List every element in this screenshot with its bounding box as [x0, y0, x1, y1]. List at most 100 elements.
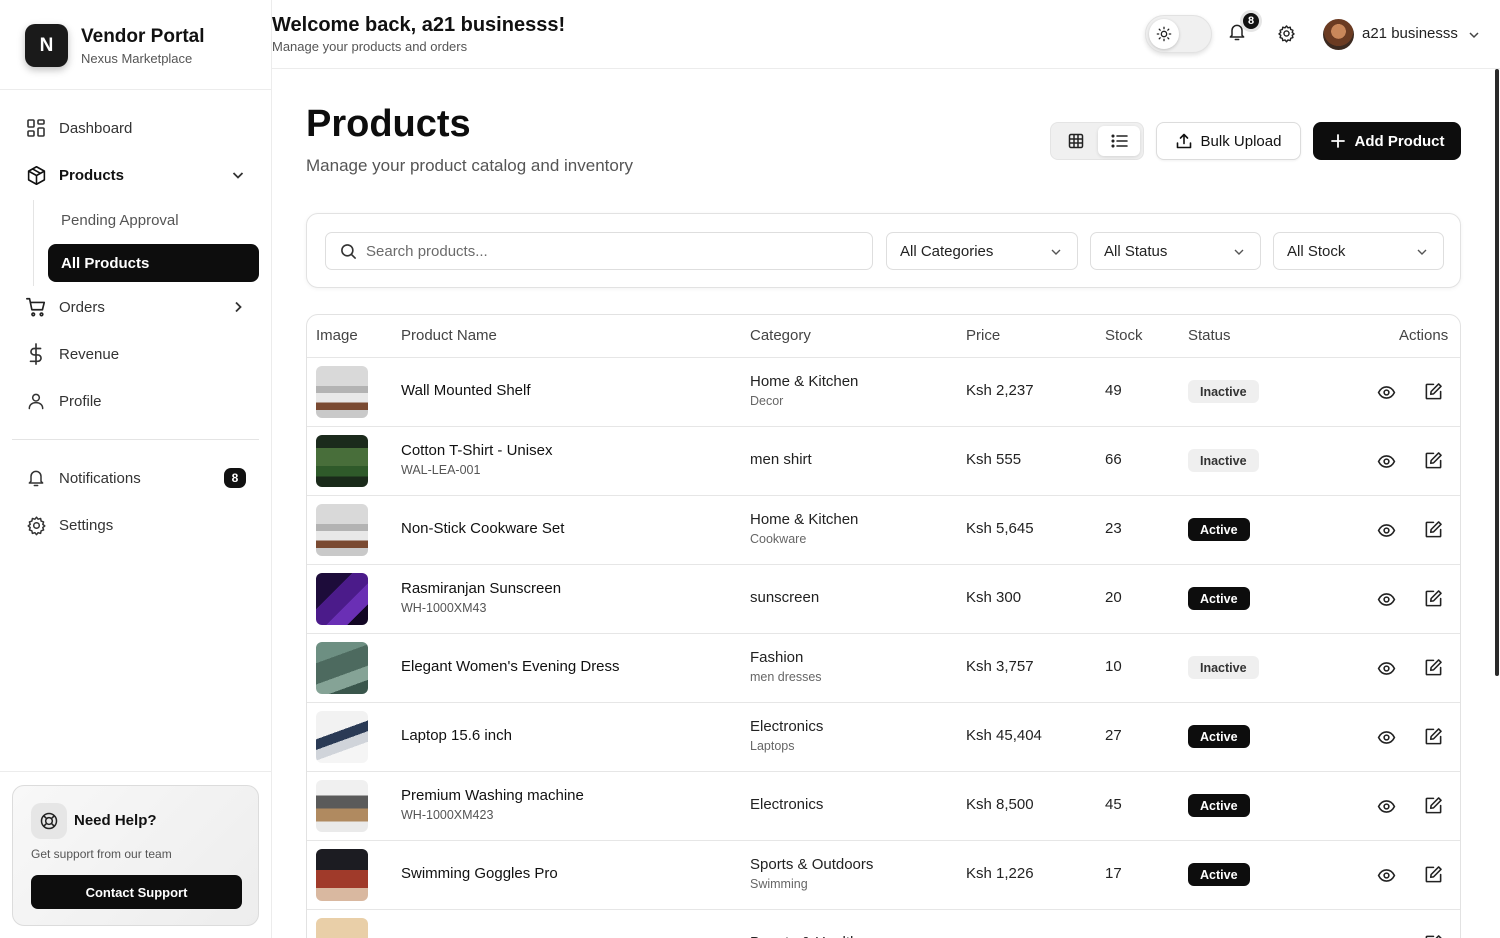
status-badge: Active — [1188, 794, 1250, 817]
product-subcategory: Laptops — [750, 739, 795, 753]
eye-icon[interactable] — [1377, 383, 1396, 402]
grid-icon — [1068, 133, 1084, 149]
page-title: Products — [306, 103, 471, 145]
product-category: Fashion — [750, 649, 804, 666]
avatar[interactable] — [1323, 19, 1354, 50]
status-badge: Inactive — [1188, 380, 1259, 403]
sidebar-item-label: Revenue — [59, 345, 120, 363]
sidebar-item-products[interactable]: Products — [24, 156, 258, 194]
product-image[interactable] — [316, 711, 368, 763]
table-row[interactable]: Elegant Women's Evening Dress Fashion men … — [307, 634, 1460, 703]
table-row[interactable]: Beauty & Health — [307, 910, 1460, 938]
bell-icon — [24, 466, 48, 490]
edit-icon[interactable] — [1424, 796, 1443, 815]
product-image[interactable] — [316, 573, 368, 625]
sidebar-subitem-pending-approval[interactable]: Pending Approval — [48, 201, 259, 239]
settings-button[interactable] — [1277, 24, 1299, 46]
product-image[interactable] — [316, 849, 368, 901]
product-category: Home & Kitchen — [750, 511, 859, 528]
sidebar-subitem-all-products[interactable]: All Products — [48, 244, 259, 282]
table-row[interactable]: Laptop 15.6 inch Electronics Laptops Ksh 45… — [307, 703, 1460, 772]
scrollbar-thumb[interactable] — [1495, 69, 1499, 676]
product-image[interactable] — [316, 780, 368, 832]
chevron-down-icon — [1417, 249, 1427, 255]
eye-icon[interactable] — [1377, 659, 1396, 678]
sidebar-item-settings[interactable]: Settings — [24, 506, 258, 544]
eye-icon[interactable] — [1377, 728, 1396, 747]
eye-icon[interactable] — [1377, 452, 1396, 471]
edit-icon[interactable] — [1424, 382, 1443, 401]
table-row[interactable]: Premium Washing machine WH-1000XM423 Elect… — [307, 772, 1460, 841]
product-name[interactable]: Non-Stick Cookware Set — [401, 520, 564, 537]
sidebar-item-dashboard[interactable]: Dashboard — [24, 109, 258, 147]
table-row[interactable]: Non-Stick Cookware Set Home & Kitchen Cook… — [307, 496, 1460, 565]
submenu-line — [33, 200, 34, 286]
category-select[interactable]: All Categories — [886, 232, 1078, 270]
column-header-stock: Stock — [1105, 327, 1143, 344]
eye-icon[interactable] — [1377, 866, 1396, 885]
eye-icon[interactable] — [1377, 797, 1396, 816]
edit-icon[interactable] — [1424, 934, 1443, 938]
status-badge: Active — [1188, 725, 1250, 748]
sidebar-item-label: Notifications — [59, 469, 141, 487]
edit-icon[interactable] — [1424, 520, 1443, 539]
product-name[interactable]: Rasmiranjan Sunscreen — [401, 580, 561, 597]
status-badge: Active — [1188, 587, 1250, 610]
product-image[interactable] — [316, 435, 368, 487]
table-row[interactable]: Swimming Goggles Pro Sports & Outdoors Swi… — [307, 841, 1460, 910]
status-select[interactable]: All Status — [1090, 232, 1261, 270]
product-name[interactable]: Elegant Women's Evening Dress — [401, 658, 620, 675]
sidebar-item-label: Settings — [59, 516, 114, 534]
upload-icon — [1176, 133, 1191, 149]
sidebar-item-orders[interactable]: Orders — [24, 288, 258, 326]
sidebar-item-label: Dashboard — [59, 119, 133, 137]
edit-icon[interactable] — [1424, 865, 1443, 884]
edit-icon[interactable] — [1424, 658, 1443, 677]
sidebar-item-profile[interactable]: Profile — [24, 382, 258, 420]
bulk-upload-button[interactable]: Bulk Upload — [1156, 122, 1301, 160]
product-image[interactable] — [316, 366, 368, 418]
stock-select[interactable]: All Stock — [1273, 232, 1444, 270]
product-name[interactable]: Cotton T-Shirt - Unisex — [401, 442, 552, 459]
product-name[interactable]: Wall Mounted Shelf — [401, 382, 531, 399]
grid-view-button[interactable] — [1055, 126, 1097, 156]
contact-support-button[interactable]: Contact Support — [31, 875, 242, 909]
table-row[interactable]: Rasmiranjan Sunscreen WH-1000XM43 sunscree… — [307, 565, 1460, 634]
sidebar-item-revenue[interactable]: Revenue — [24, 335, 258, 373]
product-price: Ksh 300 — [966, 589, 1022, 606]
list-icon — [1110, 134, 1128, 148]
edit-icon[interactable] — [1424, 451, 1443, 470]
product-image[interactable] — [316, 642, 368, 694]
sidebar-item-notifications[interactable]: Notifications 8 — [24, 459, 258, 497]
eye-icon[interactable] — [1377, 521, 1396, 540]
help-subtitle: Get support from our team — [31, 847, 172, 861]
product-name[interactable]: Laptop 15.6 inch — [401, 727, 512, 744]
brand[interactable]: N Vendor Portal Nexus Marketplace — [25, 24, 205, 67]
product-price: Ksh 45,404 — [966, 727, 1042, 744]
chevron-down-icon[interactable] — [1468, 29, 1480, 41]
welcome-title: Welcome back, a21 businesss! — [272, 14, 566, 36]
list-view-button[interactable] — [1098, 126, 1140, 156]
column-header-actions: Actions — [1399, 327, 1449, 344]
product-sku: WAL-LEA-001 — [401, 463, 481, 477]
status-select-value: All Status — [1104, 242, 1168, 260]
add-product-button[interactable]: Add Product — [1313, 122, 1461, 160]
user-name[interactable]: a21 businesss — [1362, 25, 1458, 42]
product-name[interactable]: Premium Washing machine — [401, 787, 584, 804]
brand-title: Vendor Portal — [81, 25, 205, 47]
search-input[interactable] — [366, 242, 846, 260]
edit-icon[interactable] — [1424, 727, 1443, 746]
search-box[interactable] — [325, 232, 873, 270]
eye-icon[interactable] — [1377, 590, 1396, 609]
table-row[interactable]: Cotton T-Shirt - Unisex WAL-LEA-001 men sh… — [307, 427, 1460, 496]
edit-icon[interactable] — [1424, 589, 1443, 608]
product-category: sunscreen — [750, 589, 820, 606]
table-row[interactable]: Wall Mounted Shelf Home & Kitchen Decor Ksh… — [307, 358, 1460, 427]
product-name[interactable]: Swimming Goggles Pro — [401, 865, 558, 882]
theme-toggle[interactable] — [1145, 15, 1212, 53]
product-image[interactable] — [316, 504, 368, 556]
column-header-name: Product Name — [401, 327, 497, 344]
product-category: Electronics — [750, 718, 824, 735]
product-stock: 17 — [1105, 865, 1122, 882]
product-image[interactable] — [316, 918, 368, 938]
